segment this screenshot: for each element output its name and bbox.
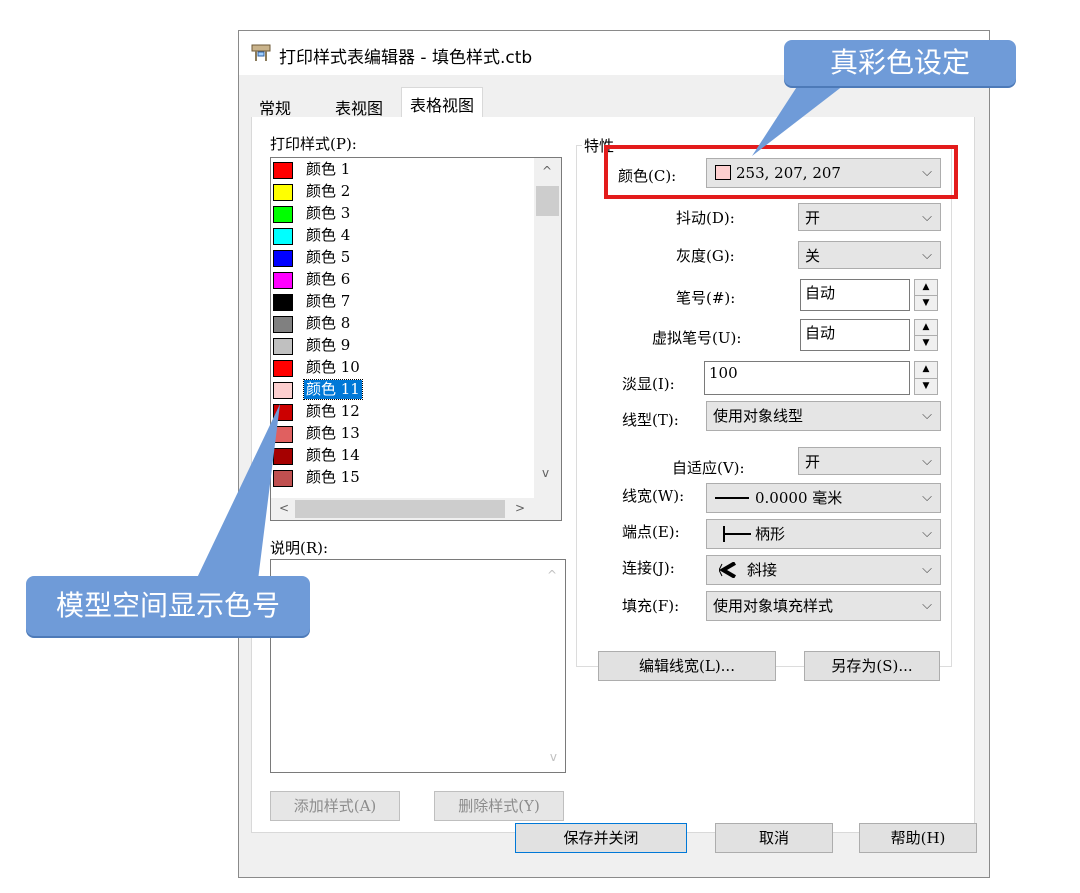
callout-true-color: 真彩色设定 [784, 40, 1016, 86]
callout-pointer-top [196, 82, 848, 580]
callout-tail-left [196, 404, 280, 580]
callout-model-space-text: 模型空间显示色号 [55, 589, 280, 622]
callout-model-space: 模型空间显示色号 [26, 576, 310, 636]
callout-true-color-text: 真彩色设定 [829, 46, 970, 79]
callout-tail-top [752, 82, 848, 156]
